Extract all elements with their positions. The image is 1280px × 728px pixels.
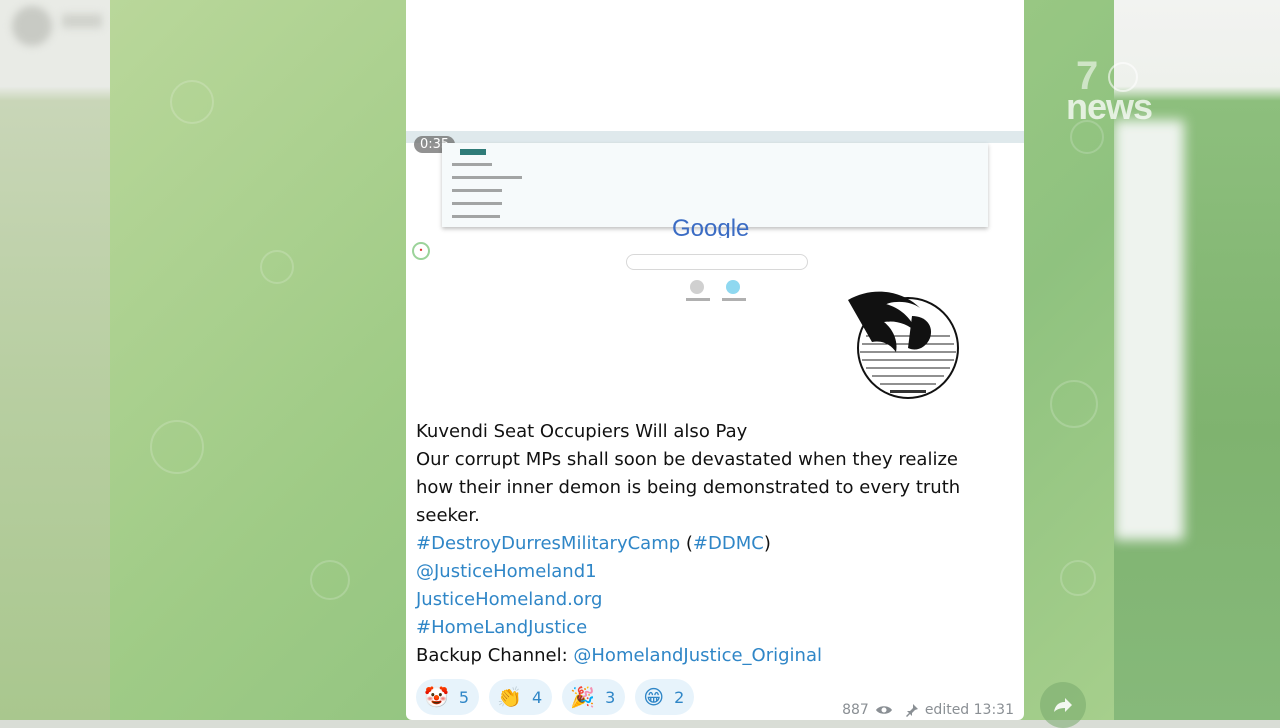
eye-icon: [875, 706, 892, 714]
google-logo: Google: [672, 215, 750, 238]
reaction-button[interactable]: 👏 4: [489, 679, 553, 715]
blurred-avatar: [12, 6, 52, 46]
forward-arrow-icon: [1054, 698, 1072, 712]
video-preview[interactable]: 0:35 Google •: [406, 0, 1024, 410]
message-body-line: Our corrupt MPs shall soon be devastated…: [416, 449, 958, 470]
google-search-box: [626, 254, 808, 270]
eagle-emblem-icon: [848, 291, 959, 399]
reaction-button[interactable]: 🤡 5: [416, 679, 480, 715]
party-popper-icon: 🎉: [570, 685, 596, 709]
hashtag-link[interactable]: #HomeLandJustice: [416, 617, 587, 638]
mention-link[interactable]: @JusticeHomeland1: [416, 561, 597, 582]
browser-tab-bar: [406, 131, 1024, 143]
edited-timestamp: edited 13:31: [924, 702, 1014, 718]
view-count: 887: [842, 702, 869, 718]
reactions-bar: 🤡 5 👏 4 🎉 3 😁 2: [416, 679, 695, 715]
message-text: Kuvendi Seat Occupiers Will also Pay Our…: [416, 418, 1006, 670]
message-bubble: 0:35 Google • Kuvendi Seat Occupiers Wil…: [406, 0, 1024, 720]
hashtag-link[interactable]: #DestroyDurresMilitaryCamp: [416, 533, 680, 554]
message-title: Kuvendi Seat Occupiers Will also Pay: [416, 421, 748, 442]
clown-face-icon: 🤡: [424, 685, 449, 709]
share-button[interactable]: [1040, 682, 1086, 728]
message-body-line: seeker.: [416, 505, 480, 526]
reaction-button[interactable]: 😁 2: [635, 679, 695, 715]
logo-text: news: [1066, 86, 1153, 127]
backup-channel-link[interactable]: @HomelandJustice_Original: [573, 645, 822, 666]
backup-channel-line: Backup Channel: @HomelandJustice_Origina…: [416, 645, 822, 666]
pin-icon: [905, 704, 918, 717]
hashtag-link[interactable]: #DDMC: [693, 533, 764, 554]
message-meta: 887 edited 13:31: [842, 702, 1014, 718]
blurred-card: [1114, 120, 1184, 540]
background-left-panel: [0, 0, 110, 720]
message-body-line: how their inner demon is being demonstra…: [416, 477, 961, 498]
news-channel-logo: 7 news: [1066, 54, 1186, 130]
reaction-count: 5: [458, 687, 470, 707]
reaction-count: 2: [674, 687, 685, 707]
clapping-hands-icon: 👏: [497, 685, 522, 709]
shortcut-icon: [690, 280, 704, 294]
reaction-count: 4: [532, 687, 543, 707]
grinning-face-icon: 😁: [643, 685, 665, 709]
blurred-text: [62, 14, 102, 28]
reaction-count: 3: [605, 687, 616, 707]
hashtag-line: #DestroyDurresMilitaryCamp (#DDMC): [416, 533, 771, 554]
shortcut-icon: [726, 280, 740, 294]
reaction-button[interactable]: 🎉 3: [562, 679, 626, 715]
cursor-marker-icon: •: [412, 242, 430, 260]
website-link[interactable]: JusticeHomeland.org: [416, 589, 602, 610]
